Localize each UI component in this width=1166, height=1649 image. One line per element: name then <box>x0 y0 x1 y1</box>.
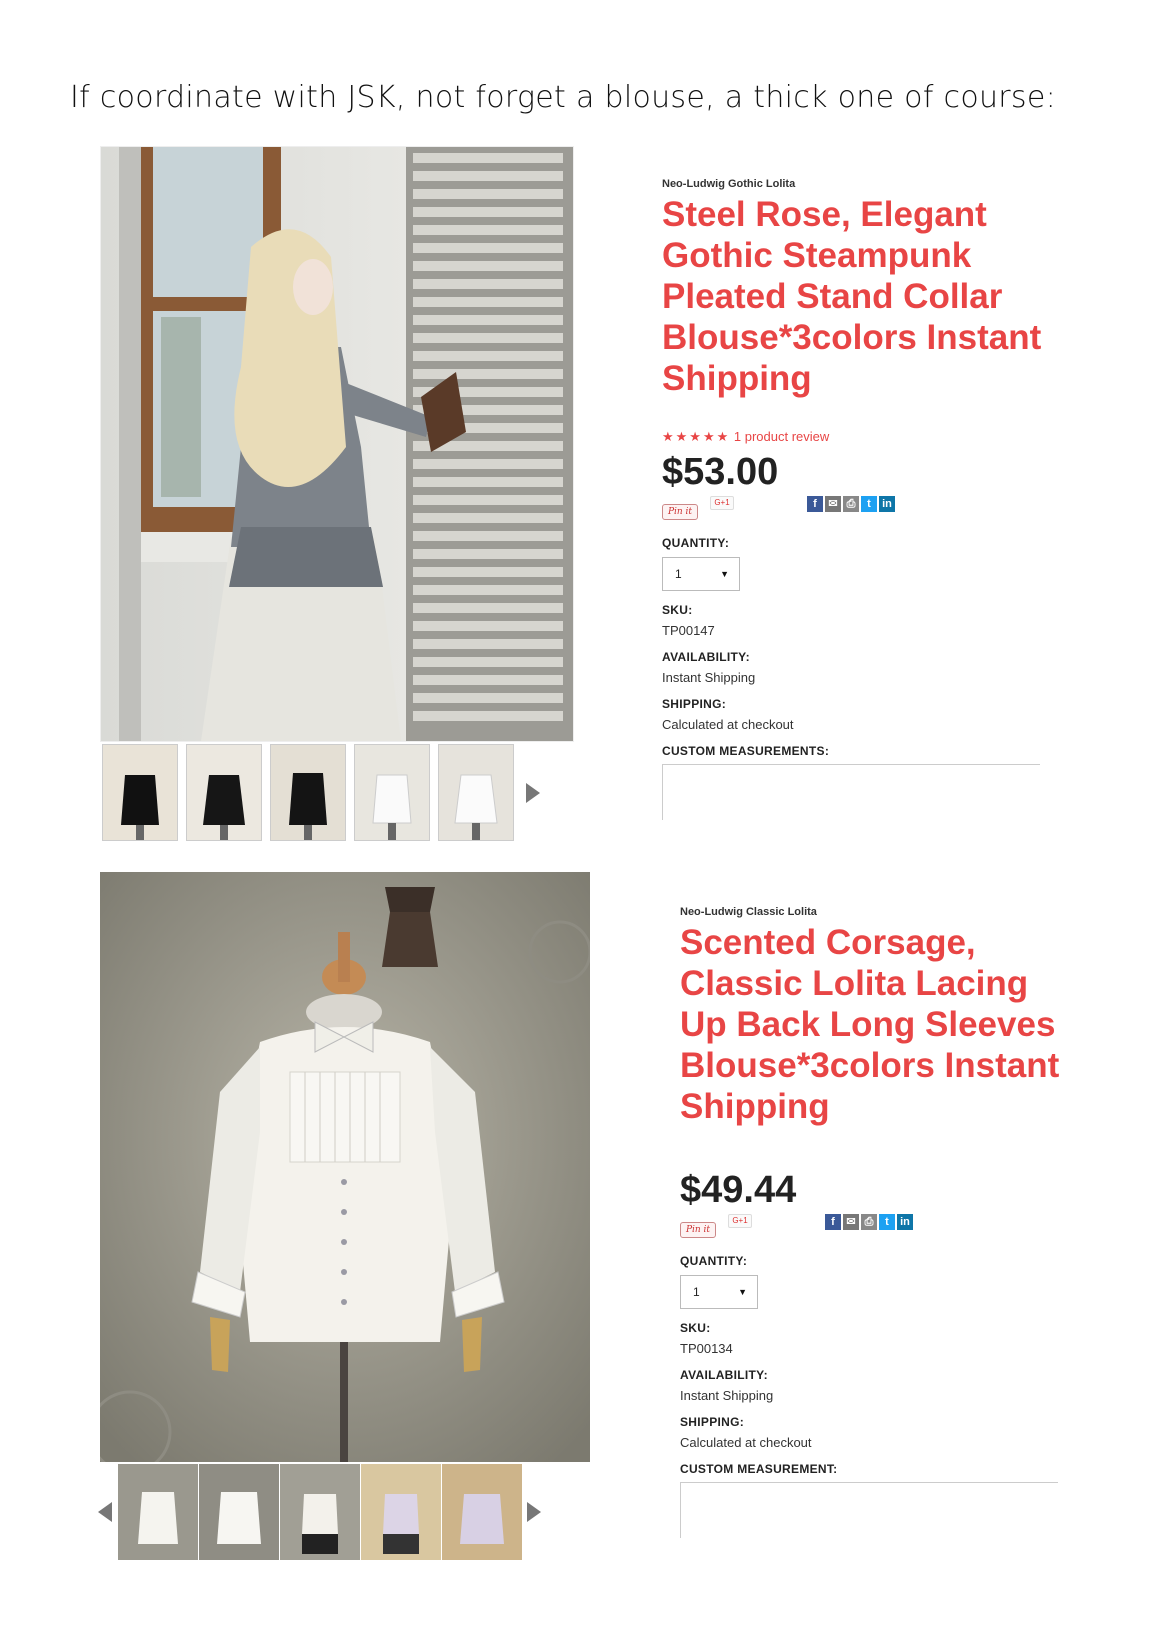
availability-label: AVAILABILITY: <box>680 1368 768 1382</box>
sku-label: SKU: <box>680 1321 711 1335</box>
share-row: Pin it G+1 f ✉ ⎙ t in <box>680 1214 1080 1242</box>
shipping-value: Calculated at checkout <box>662 717 794 732</box>
mail-icon[interactable]: ✉ <box>825 496 841 512</box>
product-card-steel-rose: Neo-Ludwig Gothic Lolita Steel Rose, Ele… <box>0 146 1166 841</box>
custom-measurements-label: CUSTOM MEASUREMENTS: <box>662 744 830 758</box>
product-title: Steel Rose, Elegant Gothic Steampunk Ple… <box>662 195 1042 398</box>
twitter-icon[interactable]: t <box>879 1214 895 1230</box>
thumbnail-4[interactable] <box>361 1464 441 1560</box>
custom-measurement-label: CUSTOM MEASUREMENT: <box>680 1462 838 1476</box>
share-row: Pin it G+1 f ✉ ⎙ t in <box>662 496 1082 524</box>
thumbnail-3[interactable] <box>280 1464 360 1560</box>
review-count-link[interactable]: 1 product review <box>734 429 829 444</box>
thumbnail-strip <box>98 1464 541 1560</box>
product-reviews[interactable]: ★★★★★ 1 product review <box>662 429 1082 445</box>
chevron-down-icon: ▼ <box>738 1287 747 1297</box>
google-plus-button[interactable]: G+1 <box>710 496 734 510</box>
pinterest-pin-button[interactable]: Pin it <box>662 504 698 520</box>
sku-label: SKU: <box>662 603 693 617</box>
google-plus-button[interactable]: G+1 <box>728 1214 752 1228</box>
chevron-down-icon: ▼ <box>720 569 729 579</box>
availability-label: AVAILABILITY: <box>662 650 750 664</box>
product-info: Neo-Ludwig Classic Lolita Scented Corsag… <box>680 906 1080 1538</box>
mail-icon[interactable]: ✉ <box>843 1214 859 1230</box>
rating-stars-icon: ★★★★★ <box>662 429 731 444</box>
product-price: $53.00 <box>662 451 779 493</box>
print-icon[interactable]: ⎙ <box>843 496 859 512</box>
next-thumbnail-arrow-icon[interactable] <box>527 1502 541 1522</box>
availability-value: Instant Shipping <box>662 670 756 685</box>
thumbnail-2[interactable] <box>186 744 262 841</box>
thumbnail-2[interactable] <box>199 1464 279 1560</box>
quantity-label: QUANTITY: <box>680 1254 748 1268</box>
next-thumbnail-arrow-icon[interactable] <box>526 782 540 803</box>
facebook-icon[interactable]: f <box>807 496 823 512</box>
shipping-label: SHIPPING: <box>680 1415 745 1429</box>
product-price: $49.44 <box>680 1169 797 1211</box>
quantity-label: QUANTITY: <box>662 536 730 550</box>
social-share-icons: f ✉ ⎙ t in <box>807 496 897 512</box>
thumbnail-1[interactable] <box>102 744 178 841</box>
quantity-select[interactable]: 1 ▼ <box>662 557 740 591</box>
linkedin-icon[interactable]: in <box>897 1214 913 1230</box>
thumbnail-3[interactable] <box>270 744 346 841</box>
product-card-scented-corsage: Neo-Ludwig Classic Lolita Scented Corsag… <box>0 872 1166 1572</box>
product-category[interactable]: Neo-Ludwig Gothic Lolita <box>662 178 1082 190</box>
twitter-icon[interactable]: t <box>861 496 877 512</box>
product-main-image[interactable] <box>100 146 574 742</box>
custom-measurements-input[interactable] <box>662 764 1040 820</box>
print-icon[interactable]: ⎙ <box>861 1214 877 1230</box>
thumbnail-5[interactable] <box>438 744 514 841</box>
custom-measurement-input[interactable] <box>680 1482 1058 1538</box>
product-main-image[interactable] <box>100 872 590 1462</box>
shipping-value: Calculated at checkout <box>680 1435 812 1450</box>
intro-text: If coordinate with JSK, not forget a blo… <box>70 80 1057 115</box>
facebook-icon[interactable]: f <box>825 1214 841 1230</box>
quantity-select[interactable]: 1 ▼ <box>680 1275 758 1309</box>
product-info: Neo-Ludwig Gothic Lolita Steel Rose, Ele… <box>662 178 1082 820</box>
sku-value: TP00134 <box>680 1341 733 1356</box>
thumbnail-5[interactable] <box>442 1464 522 1560</box>
linkedin-icon[interactable]: in <box>879 496 895 512</box>
shipping-label: SHIPPING: <box>662 697 727 711</box>
social-share-icons: f ✉ ⎙ t in <box>825 1214 915 1230</box>
availability-value: Instant Shipping <box>680 1388 774 1403</box>
thumbnail-strip <box>102 744 540 841</box>
product-title: Scented Corsage, Classic Lolita Lacing U… <box>680 923 1060 1126</box>
thumbnail-4[interactable] <box>354 744 430 841</box>
product-category[interactable]: Neo-Ludwig Classic Lolita <box>680 906 1080 918</box>
thumbnail-1[interactable] <box>118 1464 198 1560</box>
pinterest-pin-button[interactable]: Pin it <box>680 1222 716 1238</box>
prev-thumbnail-arrow-icon[interactable] <box>98 1502 112 1522</box>
quantity-value: 1 <box>675 567 682 581</box>
sku-value: TP00147 <box>662 623 715 638</box>
quantity-value: 1 <box>693 1285 700 1299</box>
